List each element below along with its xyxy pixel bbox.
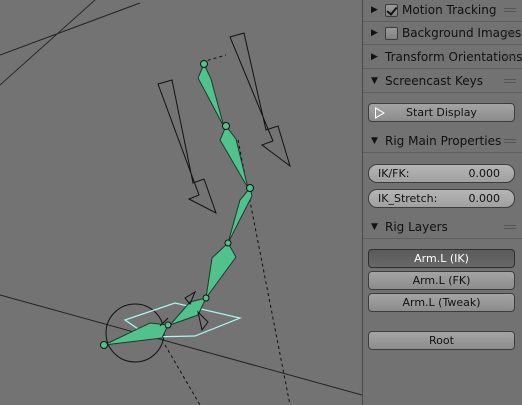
bone-joint bbox=[100, 341, 108, 349]
grid-line bbox=[0, 2, 141, 56]
arrow-shape bbox=[157, 79, 217, 215]
panel-header-background-images[interactable]: ▶ Background Images bbox=[363, 23, 522, 45]
expand-triangle-icon[interactable]: ▶ bbox=[371, 5, 378, 15]
viewport-scene bbox=[0, 0, 362, 405]
panel-header-rig-layers[interactable]: ▼ Rig Layers bbox=[363, 217, 522, 239]
3d-viewport[interactable] bbox=[0, 0, 362, 405]
layer-button-arm-l-fk[interactable]: Arm.L (FK) bbox=[368, 271, 515, 290]
drag-grip-icon[interactable] bbox=[504, 31, 516, 37]
panel-label: Motion Tracking bbox=[402, 3, 497, 17]
field-value: 0.000 bbox=[468, 167, 501, 180]
bone-joint bbox=[246, 184, 254, 192]
panel-header-transform-orientations[interactable]: ▶ Transform Orientations bbox=[363, 47, 522, 69]
panel-label: Screencast Keys bbox=[385, 74, 483, 88]
ik-stretch-slider[interactable]: IK_Stretch: 0.000 bbox=[368, 189, 515, 208]
start-display-button[interactable]: Start Display bbox=[368, 103, 515, 122]
collapse-triangle-icon[interactable]: ▼ bbox=[371, 76, 378, 86]
panel-label: Rig Layers bbox=[385, 220, 448, 234]
relationship-line bbox=[164, 344, 201, 405]
collapse-triangle-icon[interactable]: ▼ bbox=[371, 222, 378, 232]
expand-triangle-icon[interactable]: ▶ bbox=[371, 28, 378, 38]
bone-joint bbox=[164, 321, 172, 329]
layer-button-root[interactable]: Root bbox=[368, 331, 515, 350]
bone bbox=[227, 186, 253, 244]
bone-joint bbox=[224, 239, 232, 247]
bone bbox=[219, 125, 249, 189]
drag-grip-icon[interactable] bbox=[504, 55, 516, 61]
panel-header-motion-tracking[interactable]: ▶ Motion Tracking bbox=[363, 0, 522, 22]
grid-line bbox=[0, 294, 362, 396]
button-label: Start Display bbox=[406, 106, 477, 119]
bone-joint bbox=[222, 122, 230, 130]
panel-label: Transform Orientations bbox=[385, 50, 522, 64]
field-label: IK/FK: bbox=[378, 167, 410, 180]
bone bbox=[197, 62, 225, 128]
drag-grip-icon[interactable] bbox=[504, 225, 516, 231]
drag-grip-icon[interactable] bbox=[504, 139, 516, 145]
properties-sidebar: ▶ Motion Tracking ▶ Background Images ▶ … bbox=[363, 0, 522, 405]
ik-fk-slider[interactable]: IK/FK: 0.000 bbox=[368, 164, 515, 183]
panel-header-screencast-keys[interactable]: ▼ Screencast Keys bbox=[363, 71, 522, 93]
grid-line bbox=[0, 0, 96, 86]
motion-tracking-checkbox[interactable] bbox=[385, 4, 398, 17]
drag-grip-icon[interactable] bbox=[504, 79, 516, 85]
background-images-checkbox[interactable] bbox=[385, 27, 398, 40]
bone-joint bbox=[202, 294, 210, 302]
panel-label: Rig Main Properties bbox=[385, 134, 502, 148]
field-value: 0.000 bbox=[468, 192, 501, 205]
expand-triangle-icon[interactable]: ▶ bbox=[371, 52, 378, 62]
finger-control bbox=[197, 310, 209, 332]
bone-joint bbox=[200, 60, 208, 68]
layer-button-arm-l-tweak[interactable]: Arm.L (Tweak) bbox=[368, 293, 515, 312]
play-icon bbox=[375, 107, 385, 119]
bone bbox=[205, 242, 237, 299]
layer-button-arm-l-ik[interactable]: Arm.L (IK) bbox=[368, 249, 515, 268]
drag-grip-icon[interactable] bbox=[504, 8, 516, 14]
collapse-triangle-icon[interactable]: ▼ bbox=[371, 136, 378, 146]
panel-header-rig-main-properties[interactable]: ▼ Rig Main Properties bbox=[363, 131, 522, 153]
field-label: IK_Stretch: bbox=[378, 192, 438, 205]
